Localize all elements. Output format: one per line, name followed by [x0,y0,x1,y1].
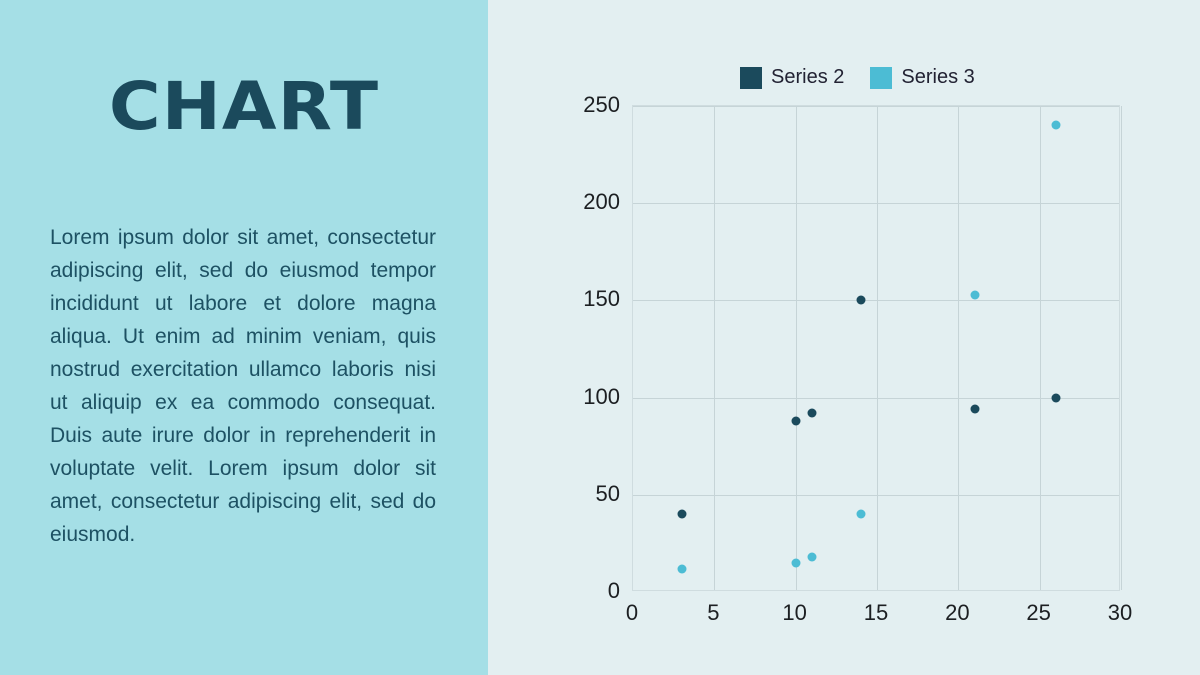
data-point[interactable] [970,290,980,300]
x-axis-tick-label: 10 [782,600,807,625]
x-axis-tick-label: 30 [1107,600,1133,625]
data-point[interactable] [677,509,687,519]
gridline-vertical [1039,106,1041,590]
scatter-plot-area [632,105,1122,591]
data-point[interactable] [807,408,817,418]
data-point[interactable] [856,509,866,519]
x-axis-tick-label: 0 [625,600,639,625]
data-point[interactable] [807,552,817,562]
legend-item-series-3[interactable]: Series 3 [870,66,975,89]
gridline-vertical [714,106,716,590]
y-axis-tick-label: 250 [583,92,620,117]
chart-legend: Series 2 Series 3 [740,66,975,89]
x-axis-tick-label: 15 [863,600,889,625]
gridline-vertical [1121,106,1122,590]
data-point[interactable] [791,416,801,426]
y-axis-tick-label: 150 [583,286,620,312]
legend-item-series-2[interactable]: Series 2 [740,66,844,89]
gridline-horizontal [633,203,1119,205]
y-axis-tick-label: 50 [595,480,620,506]
data-point[interactable] [1051,393,1061,403]
y-axis-ticks: 0 50 100 150 200 250 [552,0,620,675]
x-axis-ticks: 0 5 10 15 20 25 30 [0,600,1200,640]
gridline-vertical [795,106,797,590]
data-point[interactable] [677,564,687,574]
slide: CHART Lorem ipsum dolor sit amet, consec… [0,0,1200,675]
legend-swatch-icon [740,66,762,89]
y-axis-tick-label: 200 [583,189,620,215]
data-point[interactable] [1051,120,1061,130]
y-axis-tick-label: 100 [583,383,620,409]
gridline-horizontal [633,106,1119,107]
x-axis-tick-label: 5 [707,600,720,625]
left-text-panel: CHART Lorem ipsum dolor sit amet, consec… [0,0,488,675]
legend-swatch-icon [870,66,893,89]
body-paragraph: Lorem ipsum dolor sit amet, consectetur … [50,226,436,546]
gridline-horizontal [633,397,1119,399]
gridline-horizontal [633,300,1119,302]
x-axis-tick-label: 25 [1026,600,1051,625]
gridline-horizontal [633,494,1119,496]
gridline-vertical [958,106,960,590]
data-point[interactable] [791,558,801,568]
legend-label: Series 3 [901,66,975,88]
gridline-vertical [877,106,878,590]
x-axis-tick-label: 20 [945,600,970,625]
legend-label: Series 2 [771,66,845,88]
page-title: CHART [108,68,380,145]
data-point[interactable] [970,404,980,414]
data-point[interactable] [856,295,866,305]
